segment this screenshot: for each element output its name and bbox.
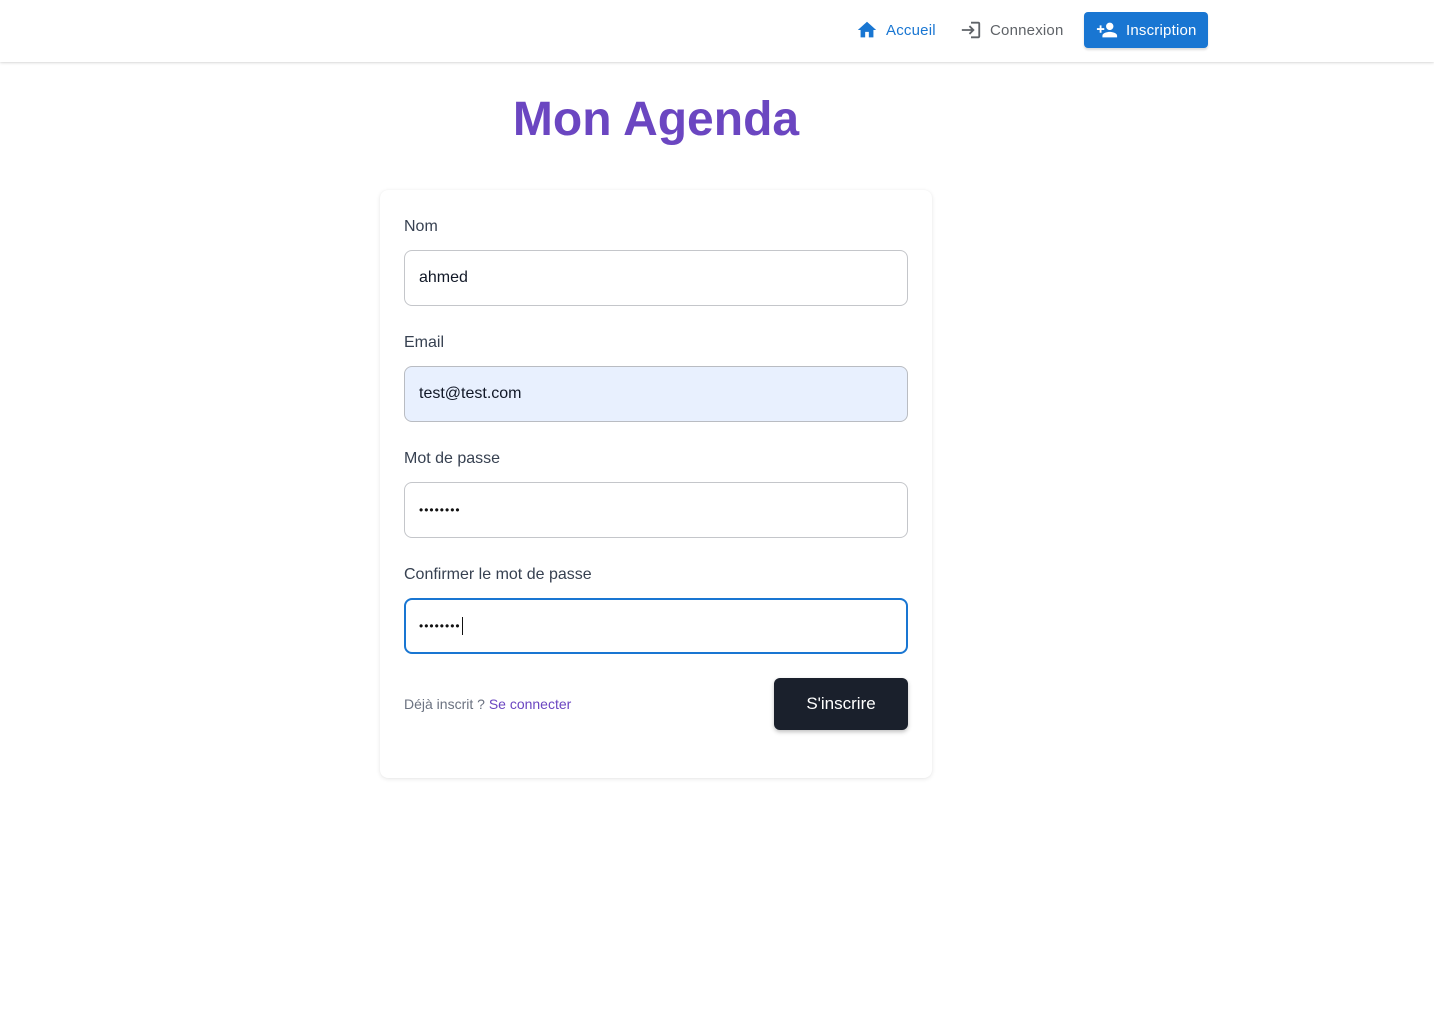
confirm-password-label: Confirmer le mot de passe	[404, 566, 592, 583]
already-registered-text: Déjà inscrit ? Se connecter	[404, 696, 571, 712]
nav-accueil-label: Accueil	[886, 21, 936, 39]
already-registered-label: Déjà inscrit ?	[404, 696, 489, 712]
top-navbar: Accueil Connexion Inscription	[0, 0, 1434, 62]
nav-connexion-link[interactable]: Connexion	[960, 12, 1064, 48]
password-input[interactable]: ••••••••	[404, 482, 908, 538]
password-label: Mot de passe	[404, 450, 501, 467]
email-input-value: test@test.com	[419, 385, 522, 402]
name-input-value: ahmed	[419, 269, 468, 286]
nav-connexion-label: Connexion	[990, 21, 1064, 39]
nav-inscription-label: Inscription	[1126, 21, 1197, 39]
login-icon	[960, 19, 982, 41]
confirm-password-input[interactable]: ••••••••	[404, 598, 908, 654]
page-title: Mon Agenda	[512, 93, 800, 146]
email-input[interactable]: test@test.com	[404, 366, 908, 422]
name-label: Nom	[404, 218, 438, 235]
signup-submit-button[interactable]: S'inscrire	[774, 678, 908, 730]
nav-inscription-button[interactable]: Inscription	[1084, 12, 1208, 48]
confirm-password-input-value: ••••••••	[419, 619, 461, 633]
text-caret	[461, 617, 463, 635]
nav-accueil-link[interactable]: Accueil	[856, 12, 936, 48]
login-link[interactable]: Se connecter	[489, 696, 572, 712]
email-label: Email	[404, 334, 445, 351]
person-add-icon	[1096, 19, 1118, 41]
name-input[interactable]: ahmed	[404, 250, 908, 306]
password-input-value: ••••••••	[419, 503, 461, 517]
home-icon	[856, 19, 878, 41]
signup-card: Nom ahmed Email test@test.com Mot de pas…	[380, 190, 932, 778]
